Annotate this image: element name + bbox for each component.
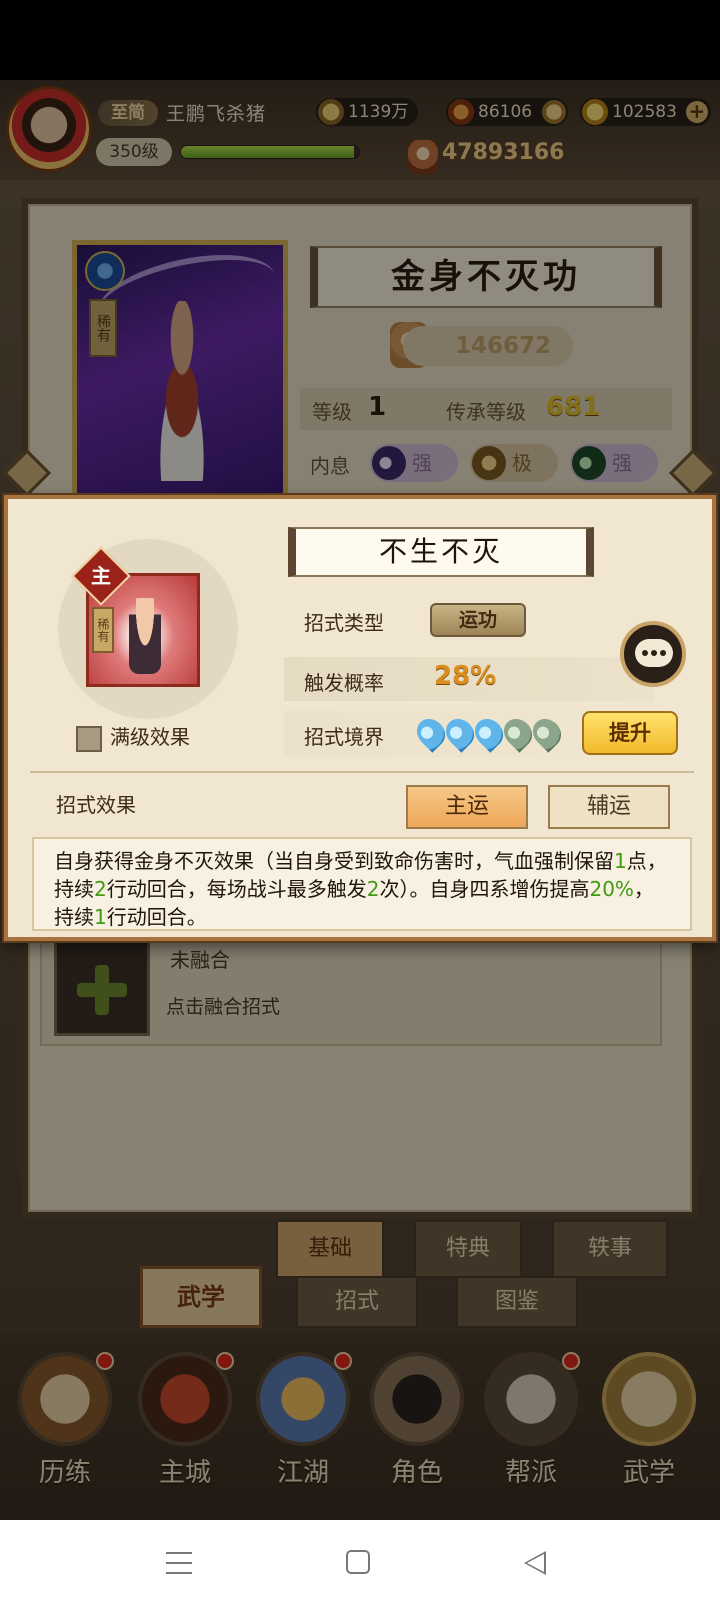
effect-text: 行动回合，每场战斗最多触发 — [106, 877, 367, 901]
effect-description: 自身获得金身不灭效果（当自身受到致命伤害时，气血强制保留1点，持续2行动回合，每… — [32, 837, 692, 931]
upgrade-button[interactable]: 提升 — [582, 711, 678, 755]
max-level-checkbox[interactable] — [76, 725, 102, 752]
max-level-label: 满级效果 — [110, 725, 190, 749]
move-rarity-tag: 稀有 — [92, 607, 114, 653]
menu-icon[interactable] — [166, 1552, 192, 1574]
effect-text: 行动回合。 — [106, 905, 207, 929]
effect-number: 2 — [94, 877, 107, 901]
realm-orb-icon — [527, 713, 567, 753]
home-icon[interactable] — [346, 1550, 370, 1574]
move-detail-dialog: 主 稀有 满级效果 不生不灭 招式类型 运功 触发概率 28% 招式境界 提升 — [4, 495, 716, 941]
move-title: 不生不灭 — [288, 527, 594, 577]
effect-number: 20% — [589, 877, 634, 901]
effect-number: 1 — [614, 849, 627, 873]
tab-main-cultivation[interactable]: 主运 — [406, 785, 528, 829]
divider — [30, 771, 694, 773]
max-level-toggle[interactable]: 满级效果 — [76, 721, 190, 752]
effect-text: 次）。自身四系增伤提高 — [379, 877, 590, 901]
type-label: 招式类型 — [304, 611, 384, 635]
rate-label: 触发概率 — [304, 671, 384, 695]
game-viewport: 至简 王鹏飞杀猪 350级 1139万 86106 102583 + 47893… — [0, 80, 720, 1520]
system-nav-bar — [0, 1520, 720, 1610]
type-value: 运功 — [430, 603, 526, 637]
effect-label: 招式效果 — [56, 793, 136, 817]
effect-number: 1 — [94, 905, 107, 929]
rate-value: 28% — [434, 661, 497, 691]
chat-button[interactable] — [620, 621, 686, 687]
back-icon-inner — [527, 1554, 544, 1572]
effect-text: 自身获得金身不灭效果（当自身受到致命伤害时，气血强制保留 — [54, 849, 614, 873]
phone-screen: 至简 王鹏飞杀猪 350级 1139万 86106 102583 + 47893… — [0, 0, 720, 1610]
realm-label: 招式境界 — [304, 725, 384, 749]
move-figure — [129, 598, 161, 674]
rate-row: 触发概率 28% — [284, 657, 654, 701]
tab-aux-cultivation[interactable]: 辅运 — [548, 785, 670, 829]
effect-number: 2 — [366, 877, 380, 901]
main-tag-label: 主 — [91, 564, 111, 588]
chat-bubble-icon — [635, 639, 673, 667]
